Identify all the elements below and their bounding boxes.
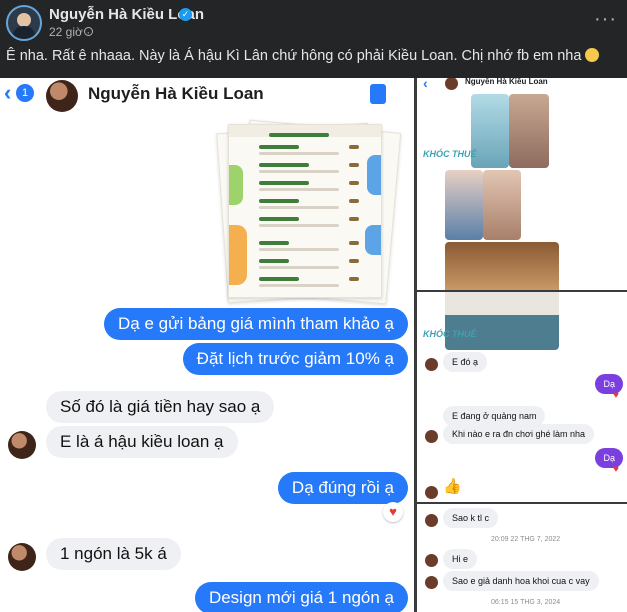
photo-thumb [445,292,559,350]
post-caption: Ê nha. Rất ê nhaaa. Này là Á hậu Kì Lân … [6,48,600,64]
info-icon [370,84,386,104]
thumbs-up-icon: 👍 [443,478,462,495]
contact-avatar [425,554,438,567]
contact-avatar [425,486,438,499]
heart-reaction-icon: ♥ [383,502,403,522]
contact-avatar [425,358,438,371]
message-in: E đang ở quảng nam [443,406,546,426]
panel-divider [417,502,627,504]
globe-icon [84,27,93,36]
chat-avatar [46,80,78,112]
chat-title: Nguyễn Hà Kiều Loan [88,84,264,103]
chat-avatar [445,78,458,90]
contact-avatar [8,431,36,459]
heart-reaction-icon: ♥ [613,464,619,475]
message-in: Hi e [443,549,478,569]
smiley-emoji-icon [585,48,600,62]
message-in: E là á hậu kiều loan ạ [46,426,238,458]
watermark: KHÓC THUÊ [423,149,477,159]
heart-reaction-icon: ♥ [613,390,619,401]
message-out: Dạ e gửi bảng giá mình tham khảo ạ [104,308,408,340]
price-list-image [214,119,402,305]
message-in: E đó ạ [443,352,488,372]
photo-thumb [483,170,521,240]
back-chevron-icon: ‹ [423,78,428,91]
message-out: Design mới giá 1 ngón ạ [194,582,408,612]
message-in: Sao k tl c [443,508,499,528]
contact-avatar [425,514,438,527]
photo-thumb [445,242,559,290]
more-options-button[interactable]: ··· [594,8,617,31]
message-in: Khi nào e ra đn chơi ghé làm nha [443,424,594,444]
post-image[interactable]: ‹ 1 Nguyễn Hà Kiều Loan Dạ e gửi bảng gi… [0,78,627,612]
author-avatar[interactable] [6,5,42,41]
verified-badge-icon: ✓ [179,8,192,21]
message-out: Đặt lịch trước giảm 10% ạ [182,343,408,375]
timestamp: 20:09 22 THG 7, 2022 [491,536,561,543]
message-in: 1 ngón là 5k á [46,538,181,570]
contact-avatar [425,576,438,589]
photo-thumb [445,170,483,240]
watermark: KHÓC THUÊ [423,329,477,339]
timestamp: 06:15 15 THG 3, 2024 [491,599,561,606]
photo-thumb [509,94,549,168]
message-in: Số đó là giá tiền hay sao ạ [46,391,275,423]
contact-avatar [8,543,36,571]
unread-count-badge: 1 [16,84,34,102]
chat-screenshot-right: ‹ Nguyễn Hà Kiều Loan KHÓC THUÊ KHÓC THU… [417,78,627,612]
chat-screenshot-left: ‹ 1 Nguyễn Hà Kiều Loan Dạ e gửi bảng gi… [0,78,414,612]
message-out: Dạ đúng rồi ạ [277,472,408,504]
chat-title: Nguyễn Hà Kiều Loan [465,78,548,86]
contact-avatar [425,430,438,443]
back-chevron-icon: ‹ [4,80,12,105]
message-in: Sao e giả danh hoa khoi cua c vay [443,571,599,591]
